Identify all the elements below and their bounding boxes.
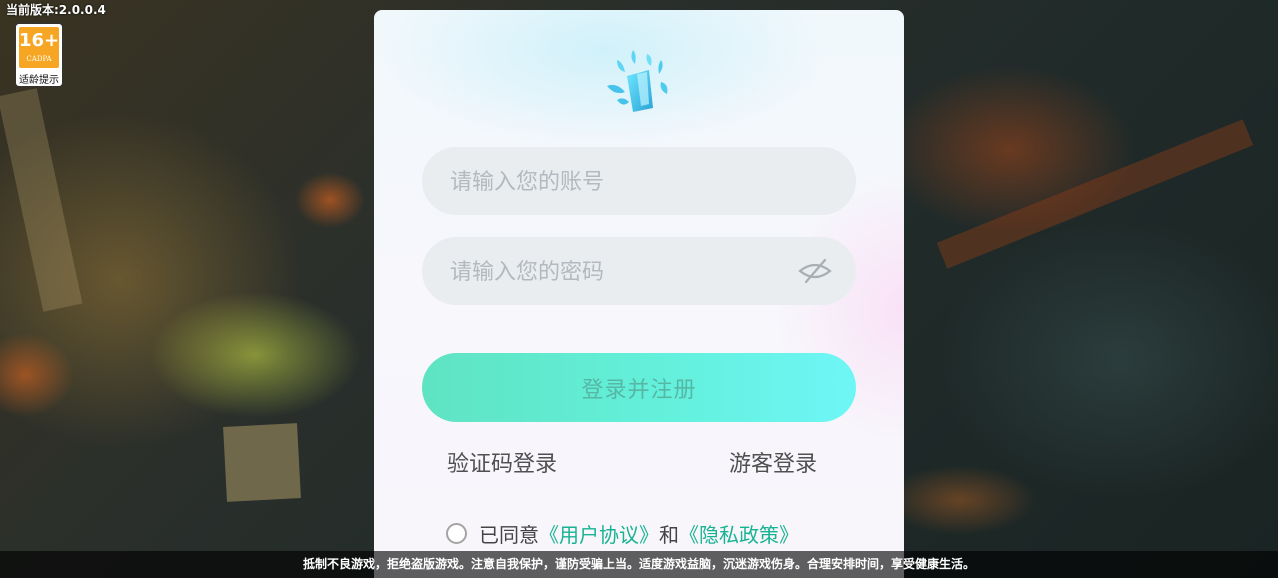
agreement-row: 已同意 《用户协议》 和 《隐私政策》 [446, 518, 799, 548]
privacy-policy-link[interactable]: 《隐私政策》 [679, 519, 799, 548]
background-scene-beam [936, 119, 1254, 269]
age-rating-label: 适龄提示 [19, 75, 59, 86]
user-agreement-link[interactable]: 《用户协议》 [539, 519, 659, 548]
login-register-button[interactable]: 登录并注册 [422, 353, 856, 422]
agreement-radio[interactable] [446, 522, 467, 544]
age-rating-number: 16+ [19, 30, 60, 51]
eye-hidden-icon[interactable] [798, 257, 832, 285]
version-label: 当前版本:2.0.0.4 [6, 3, 106, 17]
background-scene-wall [0, 88, 83, 312]
login-panel: 登录并注册 验证码登录 游客登录 已同意 《用户协议》 和 《隐私政策》 [374, 10, 904, 578]
sms-code-login-link[interactable]: 验证码登录 [447, 446, 557, 478]
account-field [422, 147, 856, 217]
password-field [422, 237, 856, 307]
health-notice-footer: 抵制不良游戏，拒绝盗版游戏。注意自我保护，谨防受骗上当。适度游戏益脑，沉迷游戏伤… [0, 551, 1278, 578]
guest-login-link[interactable]: 游客登录 [729, 446, 817, 478]
age-rating-org: CADPA [26, 55, 52, 63]
agreement-prefix: 已同意 [479, 522, 539, 547]
agreement-conjunction: 和 [659, 522, 679, 547]
age-rating-badge: 16+ CADPA 适龄提示 [15, 23, 63, 87]
password-input[interactable] [448, 237, 812, 307]
background-scene-building [223, 423, 301, 502]
account-input[interactable] [448, 147, 812, 217]
crystal-leaf-logo-icon [607, 50, 668, 112]
age-rating-top: 16+ CADPA [19, 27, 59, 68]
